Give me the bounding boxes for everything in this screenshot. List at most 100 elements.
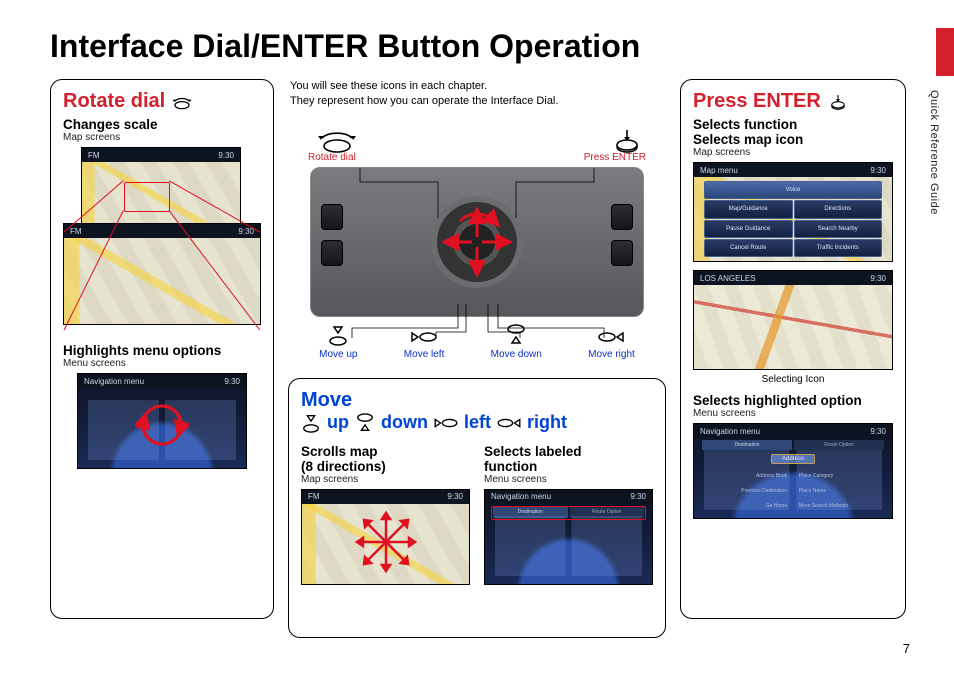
move-down-icon [355,412,375,434]
map-menu-voice: Voice [704,181,882,199]
nav-item: Place Category [799,473,886,479]
selects-labeled-context: Menu screens [484,474,653,485]
press-enter-panel: Press ENTER Selects function Selects map… [680,79,906,619]
move-left-icon [434,414,458,432]
move-up-icon [327,323,349,347]
dir-right: right [527,412,567,433]
move-right-icon [497,414,521,432]
nav-menu-move-shot: Navigation menu9:30 Destination Route Op… [484,489,653,585]
map-zoomed-in: FM 9:30 [63,223,261,325]
scrolls-map-title: Scrolls map [301,444,470,459]
map-menu-buttons: Voice Map/Guidance Directions Pause Guid… [694,177,892,261]
nav-tab-destination: Destination [702,440,792,450]
press-enter-label: Press ENTER [584,152,646,163]
map-menu-guidance: Map/Guidance [704,200,793,218]
intro-text: You will see these icons in each chapter… [288,79,666,110]
status-time: 9:30 [870,427,886,436]
move-up-icon [301,412,321,434]
page-number: 7 [903,641,910,656]
move-up-label: Move up [319,349,357,360]
eight-direction-arrows [351,507,421,577]
map-menu-search: Search Nearby [794,220,883,238]
status-time: 9:30 [238,227,254,236]
nav-item: Place Name [799,488,886,494]
status-time: 9:30 [447,492,463,501]
rotate-icon [314,128,360,154]
rotate-heading: Rotate dial [63,90,261,113]
nav-menu-rotate-shot: Navigation menu 9:30 [77,373,247,469]
nav-item: More Search Methods [799,503,886,509]
move-heading: Move [301,389,653,412]
press-icon [614,128,640,154]
map-menu-pause: Pause Guidance [704,220,793,238]
dial-diagram: Rotate dial Press ENTER [288,128,666,368]
map-menu-traffic: Traffic Incidents [794,239,883,257]
status-time: 9:30 [870,166,886,175]
highlights-menu-context: Menu screens [63,358,261,369]
status-time: 9:30 [630,492,646,501]
rotate-heading-text: Rotate dial [63,90,165,113]
move-down-icon [505,323,527,347]
map-zoomed-out: FM 9:30 [81,147,241,229]
side-label: Quick Reference Guide [928,90,940,215]
scrolls-map-context: Map screens [301,474,470,485]
intro-line2: They represent how you can operate the I… [290,94,664,109]
map-scroll-shot: FM 9:30 [301,489,470,585]
rotate-dial-panel: Rotate dial Changes scale Map screens FM… [50,79,274,619]
status-time: 9:30 [218,151,234,160]
scrolls-map-title2: (8 directions) [301,459,470,474]
nav-center-address: Address [771,454,815,464]
page-title: Interface Dial/ENTER Button Operation [50,28,914,65]
nav-menu-bar-title: Navigation menu [700,427,760,436]
status-fm: FM [70,227,82,236]
highlights-menu-title: Highlights menu options [63,343,261,358]
nav-tab-route: Route Option [794,440,884,450]
status-fm: FM [308,492,320,501]
dir-down: down [381,412,428,433]
press-sec1-context: Map screens [693,147,893,158]
dir-left: left [464,412,491,433]
press-icon [827,93,849,111]
map-menu-shot: Map menu 9:30 Voice Map/Guidance Directio… [693,162,893,262]
selects-labeled-title2: function [484,459,653,474]
rotate-icon [171,93,193,111]
map-menu-bar-title: Map menu [700,166,738,175]
selects-function-title: Selects function [693,117,893,132]
move-down-label: Move down [491,349,542,360]
move-heading-text: Move [301,389,352,411]
la-title: LOS ANGELES [700,274,756,283]
press-sec2-context: Menu screens [693,408,893,419]
nav-menu-press-shot: Navigation menu 9:30 Destination Route Op… [693,423,893,519]
changes-scale-title: Changes scale [63,117,261,132]
selects-highlighted-title: Selects highlighted option [693,393,893,408]
rotate-swirl-icon [135,398,189,452]
nav-item: Go Home [700,503,787,509]
dial-direction-arrows [442,207,512,277]
map-menu-directions: Directions [794,200,883,218]
status-fm: FM [88,151,100,160]
move-left-icon [411,327,437,347]
press-heading: Press ENTER [693,90,893,113]
move-panel: Move up down left right Scrolls map (8 d… [288,378,666,638]
move-right-label: Move right [588,349,635,360]
map-menu-cancel: Cancel Route [704,239,793,257]
press-heading-text: Press ENTER [693,90,821,113]
nav-menu-bar-title: Navigation menu [84,377,144,386]
intro-line1: You will see these icons in each chapter… [290,79,664,94]
move-directions-row: up down left right [301,412,653,434]
nav-menu-bar-title: Navigation menu [491,492,551,501]
selects-labeled-title: Selects labeled [484,444,653,459]
nav-item: Previous Destination [700,488,787,494]
status-time: 9:30 [870,274,886,283]
side-tab [936,28,954,76]
status-time: 9:30 [224,377,240,386]
selects-map-icon-title: Selects map icon [693,132,893,147]
dial-cluster-photo [310,167,644,317]
la-map-shot: LOS ANGELES 9:30 [693,270,893,370]
changes-scale-context: Map screens [63,132,261,143]
nav-item: Address Book [700,473,787,479]
rotate-dial-label: Rotate dial [308,152,356,163]
move-right-icon [598,327,624,347]
dir-up: up [327,412,349,433]
selecting-icon-caption: Selecting Icon [693,374,893,385]
